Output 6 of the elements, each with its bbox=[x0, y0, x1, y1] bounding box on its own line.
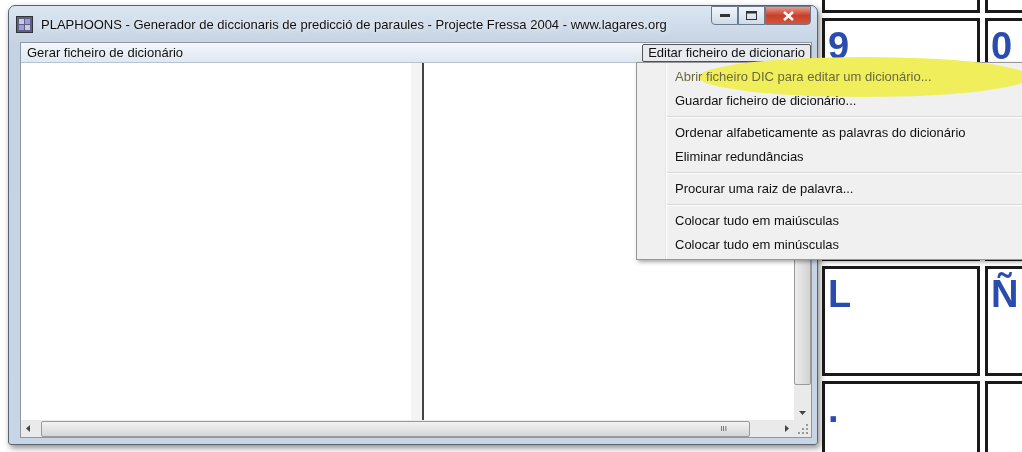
card-letter: L bbox=[828, 275, 852, 313]
card-letter: . bbox=[828, 390, 839, 428]
scrollbar-grip: III bbox=[720, 424, 727, 433]
card-letter: 9 bbox=[828, 27, 850, 65]
window-title: PLAPHOONS - Generador de diccionaris de predicció de paraules - Projecte Fressa 2004 - www.lagares.org bbox=[41, 16, 668, 32]
card-letter: 0 bbox=[991, 27, 1013, 65]
